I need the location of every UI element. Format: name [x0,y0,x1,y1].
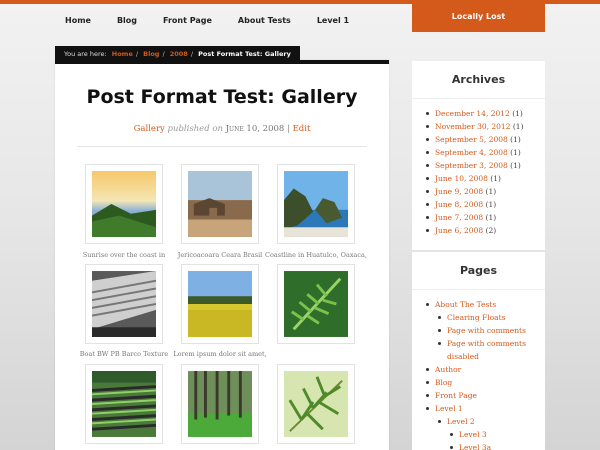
archive-item[interactable]: June 8, 2008 (1) [426,198,545,211]
page-link[interactable]: Front Page [426,389,545,402]
main-nav: Home Blog Front Page About Tests Level 1 [55,9,375,33]
archives-title: Archives [412,61,545,99]
breadcrumb-blog[interactable]: Blog [143,50,159,58]
main-content: Post Format Test: Gallery Gallery publis… [55,60,389,450]
page-link[interactable]: Page with comments disabled [438,337,545,363]
post-date: June 10, 2008 [225,124,285,134]
archive-link[interactable]: September 4, 2008 [435,148,508,157]
forest-image [188,371,252,437]
breadcrumb-sep: / [135,50,139,58]
archive-link[interactable]: September 5, 2008 [435,135,508,144]
gallery-thumb-lorem[interactable] [181,264,259,344]
page-link[interactable]: Blog [426,376,545,389]
breadcrumb-home[interactable]: Home [112,50,133,58]
gallery-thumb-huatulco[interactable] [277,164,355,244]
archive-item[interactable]: November 30, 2012 (1) [426,120,545,133]
gallery-thumb-fern[interactable] [277,264,355,344]
archive-link[interactable]: June 6, 2008 [435,226,483,235]
nav-home[interactable]: Home [65,9,91,33]
fern-image [284,271,348,337]
archive-link[interactable]: June 10, 2008 [435,174,488,183]
gallery-thumb-jericoacoara[interactable] [181,164,259,244]
archive-link[interactable]: November 30, 2012 [435,122,510,131]
page-link[interactable]: Level 1 [426,402,545,415]
page-link[interactable]: Author [426,363,545,376]
gallery-thumb-plants[interactable] [85,364,163,444]
archive-item[interactable]: June 9, 2008 (1) [426,185,545,198]
archive-count: (1) [490,174,501,183]
coastline-image [284,171,348,237]
archive-item[interactable]: September 5, 2008 (1) [426,133,545,146]
archive-count: (1) [485,187,497,196]
archive-count: (1) [512,109,523,118]
category-link[interactable]: Gallery [134,124,165,134]
post-title: Post Format Test: Gallery [86,86,358,108]
pages-list: About The Tests Clearing Floats Page wit… [412,290,545,450]
post-meta: Gallery published on June 10, 2008 | Edi… [55,124,389,134]
nav-blog[interactable]: Blog [117,9,137,33]
rapeseed-field-image [188,271,252,337]
breadcrumb-current: Post Format Test: Gallery [198,50,291,58]
archive-count: (1) [510,161,521,170]
archive-count: (1) [510,135,521,144]
divider [77,146,367,147]
archive-count: (2) [485,226,497,235]
gallery-caption: Coastline in Huatulco, Oaxaca, [265,251,367,259]
breadcrumb-label: You are here: [64,50,107,58]
published-label: published on [167,124,223,134]
nursery-rows-image [92,371,156,437]
archive-link[interactable]: June 7, 2008 [435,213,483,222]
edit-link[interactable]: Edit [293,124,311,134]
gallery-caption: Lorem ipsum dolor sit amet, [173,350,267,358]
archive-link[interactable]: June 9, 2008 [435,187,483,196]
page-link[interactable]: Level 3a [450,441,545,450]
breadcrumb: You are here: Home / Blog/ 2008/ Post For… [55,46,300,63]
gallery-caption: Sunrise over the coast in [82,251,166,259]
archive-link[interactable]: September 3, 2008 [435,161,508,170]
nav-about-tests[interactable]: About Tests [238,9,291,33]
gallery-caption: Jericoacoara Ceara Brasil [177,251,263,259]
beach-ruins-image [188,171,252,237]
nav-level-1[interactable]: Level 1 [317,9,349,33]
site-title[interactable]: Locally Lost [412,0,545,32]
pine-leaves-image [284,371,348,437]
archives-list: December 14, 2012 (1) November 30, 2012 … [412,99,545,237]
pages-widget: Pages About The Tests Clearing Floats Pa… [412,252,545,450]
breadcrumb-sep: / [190,50,194,58]
archive-count: (1) [485,213,497,222]
archive-count: (1) [510,148,521,157]
page-link[interactable]: About The Tests [426,298,545,311]
gallery-thumb-boat-bw[interactable] [85,264,163,344]
archive-count: (1) [485,200,497,209]
archive-item[interactable]: September 4, 2008 (1) [426,146,545,159]
archive-link[interactable]: June 8, 2008 [435,200,483,209]
gallery-caption: Boat BW PB Barco Texture [79,350,169,358]
archive-item[interactable]: June 7, 2008 (1) [426,211,545,224]
gallery-thumb-leaves[interactable] [277,364,355,444]
meta-separator: | [287,124,290,134]
page-link[interactable]: Level 2 [438,415,545,428]
gallery-thumb-forest[interactable] [181,364,259,444]
archive-item[interactable]: June 6, 2008 (2) [426,224,545,237]
archive-item[interactable]: June 10, 2008 (1) [426,172,545,185]
archive-item[interactable]: December 14, 2012 (1) [426,107,545,120]
page-link[interactable]: Level 3 [450,428,545,441]
page-link[interactable]: Clearing Floats [438,311,545,324]
breadcrumb-2008[interactable]: 2008 [170,50,188,58]
page-link[interactable]: Page with comments [438,324,545,337]
gallery-thumb-sunrise[interactable] [85,164,163,244]
breadcrumb-sep: / [162,50,165,58]
archive-item[interactable]: September 3, 2008 (1) [426,159,545,172]
archive-link[interactable]: December 14, 2012 [435,109,510,118]
pages-title: Pages [412,252,545,290]
archives-widget: Archives December 14, 2012 (1) November … [412,61,545,250]
boat-bw-image [92,271,156,337]
archive-count: (1) [512,122,524,131]
sunrise-coast-image [92,171,156,237]
nav-front-page[interactable]: Front Page [163,9,212,33]
